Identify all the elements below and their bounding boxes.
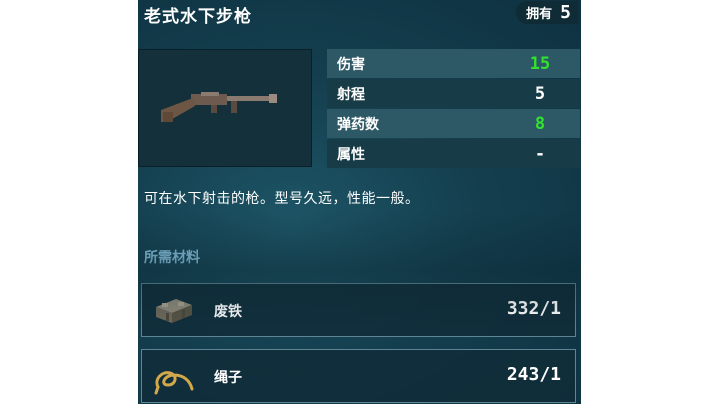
rope-icon [154,371,194,395]
scrap-metal-icon [156,299,192,323]
item-description: 可在水下射击的枪。型号久远，性能一般。 [144,191,420,207]
materials-heading: 所需材料 [144,250,200,266]
stat-row-damage: 伤害 15 [327,49,580,78]
stat-row-ammo: 弹药数 8 [327,109,580,138]
material-name: 绳子 [214,370,242,386]
item-detail-panel: 老式水下步枪 拥有 5 伤害 15 射程 5 弹药数 8 属性 - 可在水下射击… [138,0,581,404]
owned-label: 拥有 [526,7,553,22]
stat-row-attribute: 属性 - [327,139,580,168]
stat-name: 弹药数 [337,116,379,133]
stat-row-range: 射程 5 [327,79,580,108]
stat-value: - [534,143,546,164]
item-title: 老式水下步枪 [144,7,252,27]
stat-name: 属性 [337,146,365,163]
owned-count: 5 [560,2,571,23]
stat-value: 8 [534,113,546,134]
stat-value: 5 [534,83,546,104]
stat-value: 15 [529,53,551,74]
stats-table: 伤害 15 射程 5 弹药数 8 属性 - [327,49,580,168]
material-count: 243/1 [506,364,561,385]
weapon-preview [138,49,312,167]
material-name: 废铁 [214,304,242,320]
stat-name: 射程 [337,86,365,103]
material-row-scrap[interactable]: 废铁 332/1 [141,283,576,337]
stat-name: 伤害 [337,56,365,73]
material-count: 332/1 [506,298,561,319]
material-row-rope[interactable]: 绳子 243/1 [141,349,576,403]
rifle-icon [161,92,277,122]
owned-badge: 拥有 5 [516,1,578,24]
